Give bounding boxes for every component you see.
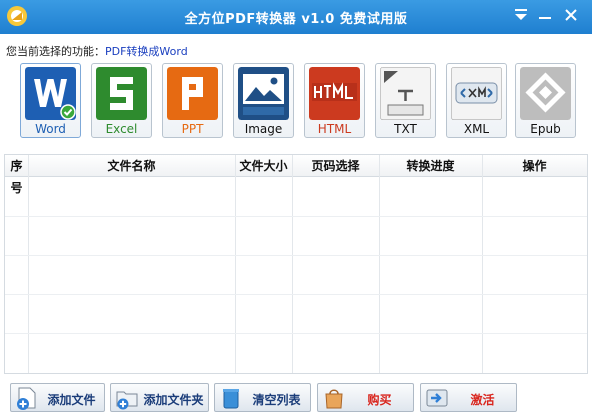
tool-word-label: Word bbox=[35, 122, 66, 136]
row-divider bbox=[5, 216, 587, 217]
shopping-bag-icon bbox=[325, 389, 343, 409]
clear-list-button[interactable]: 清空列表 bbox=[214, 383, 311, 412]
add-file-label: 添加文件 bbox=[47, 393, 96, 407]
clear-list-label: 清空列表 bbox=[252, 393, 301, 407]
column-header-filesize: 文件大小 bbox=[239, 159, 288, 173]
menu-dropdown-icon[interactable] bbox=[512, 6, 530, 24]
row-divider bbox=[5, 333, 587, 334]
column-header-index: 序号 bbox=[10, 159, 23, 195]
column-header-page-select: 页码选择 bbox=[311, 159, 360, 173]
tool-xml-button[interactable]: XML bbox=[446, 63, 507, 138]
window-title: 全方位PDF转换器 v1.0 免费试用版 bbox=[184, 12, 408, 27]
close-icon[interactable] bbox=[562, 6, 580, 24]
activate-arrow-icon bbox=[426, 389, 448, 407]
tool-ppt-label: PPT bbox=[181, 122, 204, 136]
buy-button[interactable]: 购买 bbox=[317, 383, 414, 412]
tool-txt-label: TXT bbox=[394, 122, 417, 136]
add-file-button[interactable]: 添加文件 bbox=[10, 383, 105, 412]
add-file-icon bbox=[17, 387, 36, 410]
row-divider bbox=[5, 294, 587, 295]
image-icon bbox=[238, 67, 289, 120]
column-header-actions: 操作 bbox=[522, 159, 547, 173]
tool-html-button[interactable]: HTML bbox=[304, 63, 365, 138]
column-divider bbox=[292, 155, 293, 373]
buy-label: 购买 bbox=[367, 393, 392, 407]
column-divider bbox=[28, 155, 29, 373]
minimize-icon[interactable] bbox=[536, 6, 554, 24]
column-header-progress: 转换进度 bbox=[406, 159, 455, 173]
tool-excel-label: Excel bbox=[105, 122, 138, 136]
epub-icon bbox=[520, 67, 571, 120]
trash-icon bbox=[223, 389, 239, 409]
column-divider bbox=[379, 155, 380, 373]
activate-label: 激活 bbox=[470, 393, 495, 407]
column-header-filename: 文件名称 bbox=[107, 159, 156, 173]
file-list-table[interactable]: 序号 文件名称 文件大小 页码选择 转换进度 操作 bbox=[4, 154, 588, 374]
current-function: 您当前选择的功能：PDF转换成Word bbox=[6, 43, 188, 59]
column-divider bbox=[482, 155, 483, 373]
tool-html-label: HTML bbox=[317, 122, 352, 136]
tool-epub-button[interactable]: Epub bbox=[515, 63, 576, 138]
html-icon bbox=[309, 67, 360, 120]
add-folder-icon bbox=[116, 391, 138, 410]
tool-image-button[interactable]: Image bbox=[233, 63, 294, 138]
txt-icon bbox=[380, 67, 431, 120]
xml-icon bbox=[451, 67, 502, 120]
current-function-value: PDF转换成Word bbox=[105, 45, 188, 58]
title-bar: 全方位PDF转换器 v1.0 免费试用版 bbox=[0, 0, 592, 34]
excel-icon bbox=[96, 67, 147, 120]
row-divider bbox=[5, 255, 587, 256]
add-folder-button[interactable]: 添加文件夹 bbox=[110, 383, 209, 412]
tool-epub-label: Epub bbox=[530, 122, 561, 136]
activate-button[interactable]: 激活 bbox=[420, 383, 517, 412]
current-function-label: 您当前选择的功能： bbox=[6, 45, 105, 58]
tool-ppt-button[interactable]: PPT bbox=[162, 63, 223, 138]
tool-excel-button[interactable]: Excel bbox=[91, 63, 152, 138]
tool-txt-button[interactable]: TXT bbox=[375, 63, 436, 138]
tool-image-label: Image bbox=[244, 122, 283, 136]
add-folder-label: 添加文件夹 bbox=[143, 393, 204, 407]
tool-word-button[interactable]: Word bbox=[20, 63, 81, 138]
tool-xml-label: XML bbox=[463, 122, 490, 136]
word-icon bbox=[25, 67, 76, 120]
table-header: 序号 文件名称 文件大小 页码选择 转换进度 操作 bbox=[5, 155, 587, 195]
column-divider bbox=[235, 155, 236, 373]
ppt-icon bbox=[167, 67, 218, 120]
